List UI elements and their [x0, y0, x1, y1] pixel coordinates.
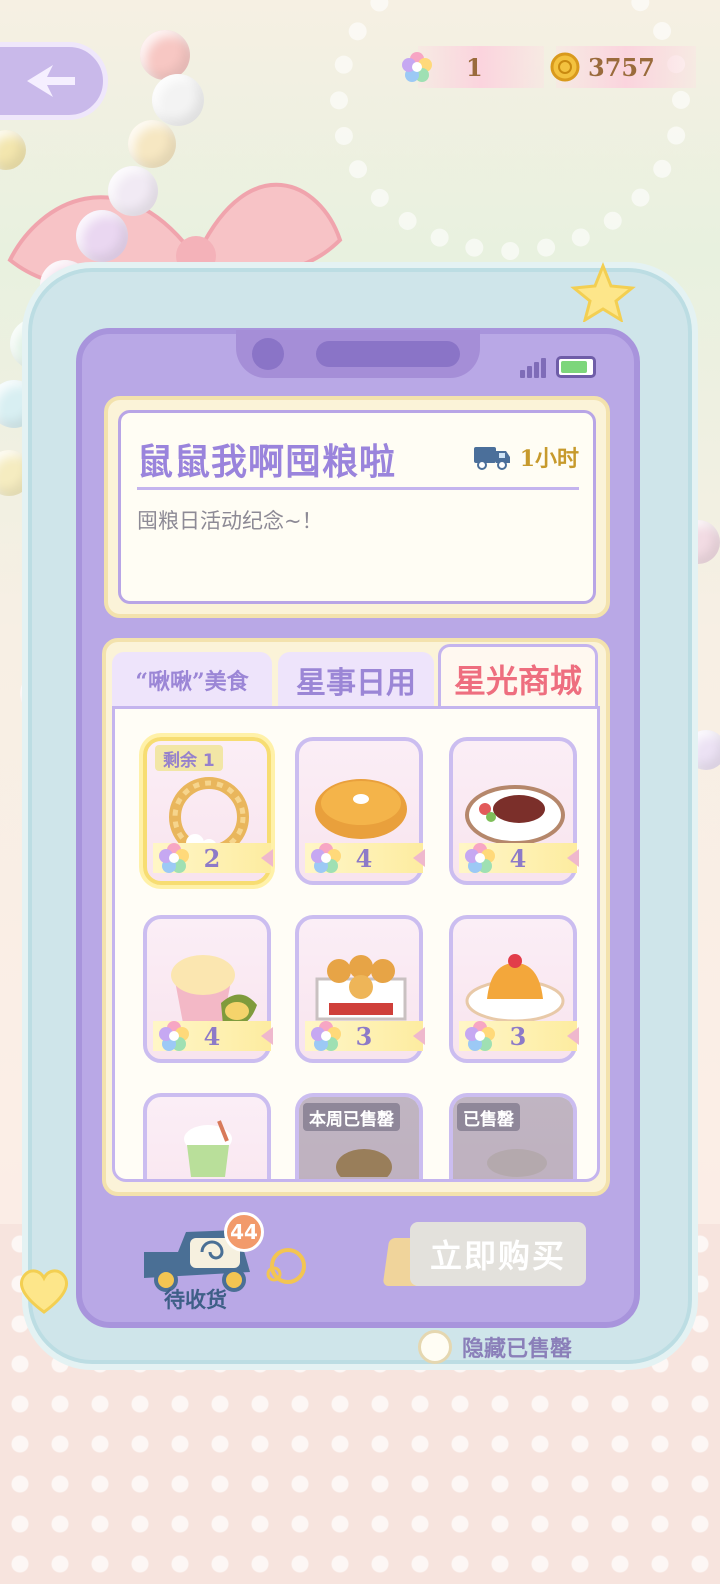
bead-decoration	[140, 30, 190, 80]
item-grid: 剩余 1 2 4 4 4 3 3 本周已售罄 已售罄	[112, 706, 600, 1182]
item-price: 3	[459, 1021, 577, 1051]
camera-icon	[252, 338, 284, 370]
bead-decoration	[128, 120, 176, 168]
item-price: 4	[459, 843, 577, 873]
shop-item-egg-tarts[interactable]: 3	[295, 915, 423, 1063]
shop-item-pudding-plate[interactable]: 3	[449, 915, 577, 1063]
pending-count-badge: 44	[224, 1212, 264, 1252]
bead-decoration	[76, 210, 128, 262]
coin-icon	[550, 52, 580, 82]
coin-count: 3757	[588, 52, 655, 82]
buy-now-button[interactable]: 立即购买	[410, 1222, 586, 1286]
item-price: 3	[305, 1021, 423, 1051]
price-value: 4	[509, 843, 527, 873]
rainbow-flower-icon	[465, 1021, 495, 1051]
price-value: 3	[355, 1021, 373, 1051]
pudding-plate-icon	[465, 954, 565, 1023]
weekly-sold-out-label: 本周已售罄	[303, 1103, 400, 1131]
rainbow-flower-icon	[465, 843, 495, 873]
price-value: 4	[355, 843, 373, 873]
battery-icon	[556, 356, 596, 378]
item-price: 4	[305, 843, 423, 873]
back-arrow-icon	[27, 65, 75, 97]
matcha-drink-icon	[184, 1120, 232, 1177]
shop-item-durian-shaved-ice[interactable]: 4	[143, 915, 271, 1063]
price-value: 2	[203, 843, 221, 873]
price-value: 3	[509, 1021, 527, 1051]
shop-info-card: 鼠鼠我啊囤粮啦 1小时 囤粮日活动纪念~！	[104, 396, 610, 618]
shop-title: 鼠鼠我啊囤粮啦	[137, 441, 397, 483]
star-count: 1	[466, 52, 483, 82]
lace-doily-decoration	[330, 0, 690, 260]
back-button[interactable]	[0, 42, 108, 120]
star-decoration	[570, 262, 636, 322]
star-resource: 1	[402, 46, 544, 88]
pending-label: 待收货	[164, 1287, 227, 1312]
truck-icon	[473, 447, 510, 470]
tab-jiujiu-food[interactable]: “啾啾”美食	[112, 652, 272, 708]
hide-sold-out-radio[interactable]	[418, 1330, 452, 1364]
title-divider	[137, 487, 579, 490]
shop-item-wheat-wreath[interactable]: 剩余 1 2	[143, 737, 271, 885]
coin-resource: 3757	[550, 46, 696, 88]
price-value: 4	[203, 1021, 221, 1051]
remaining-badge: 剩余 1	[155, 745, 223, 771]
rainbow-flower-icon	[159, 1021, 189, 1051]
timer-text: 1小时	[519, 446, 579, 472]
shop-item-sold-week[interactable]: 本周已售罄	[295, 1093, 423, 1179]
speaker-slot	[316, 341, 460, 367]
rainbow-flower-icon	[402, 52, 432, 82]
tab-daily-goods[interactable]: 星事日用	[278, 652, 434, 708]
egg-tart-box-icon	[315, 955, 407, 1021]
hide-sold-out-toggle[interactable]: 隐藏已售罄	[418, 1330, 572, 1364]
hide-sold-out-label: 隐藏已售罄	[462, 1336, 573, 1362]
shop-item-sold[interactable]: 已售罄	[449, 1093, 577, 1179]
rainbow-flower-icon	[159, 843, 189, 873]
signal-icon	[520, 358, 548, 378]
shop-item-matcha-drink[interactable]	[143, 1093, 271, 1179]
pumpkin-pie-icon	[315, 779, 407, 839]
shop-description: 囤粮日活动纪念~！	[137, 509, 323, 533]
sold-out-label: 已售罄	[457, 1103, 520, 1131]
item-price: 2	[153, 843, 271, 873]
heart-decoration	[20, 1269, 68, 1314]
rainbow-flower-icon	[311, 1021, 341, 1051]
pending-delivery-button[interactable]: 44 待收货	[138, 1212, 318, 1322]
shop-item-pumpkin-pie[interactable]: 4	[295, 737, 423, 885]
bead-decoration	[108, 166, 158, 216]
tab-starlight-mall[interactable]: 星光商城	[438, 644, 598, 710]
rainbow-flower-icon	[311, 843, 341, 873]
item-price: 4	[153, 1021, 271, 1051]
delivery-timer: 1小时	[472, 441, 579, 473]
shop-item-steak-plate[interactable]: 4	[449, 737, 577, 885]
steak-plate-icon	[465, 785, 565, 845]
bead-decoration	[152, 74, 204, 126]
